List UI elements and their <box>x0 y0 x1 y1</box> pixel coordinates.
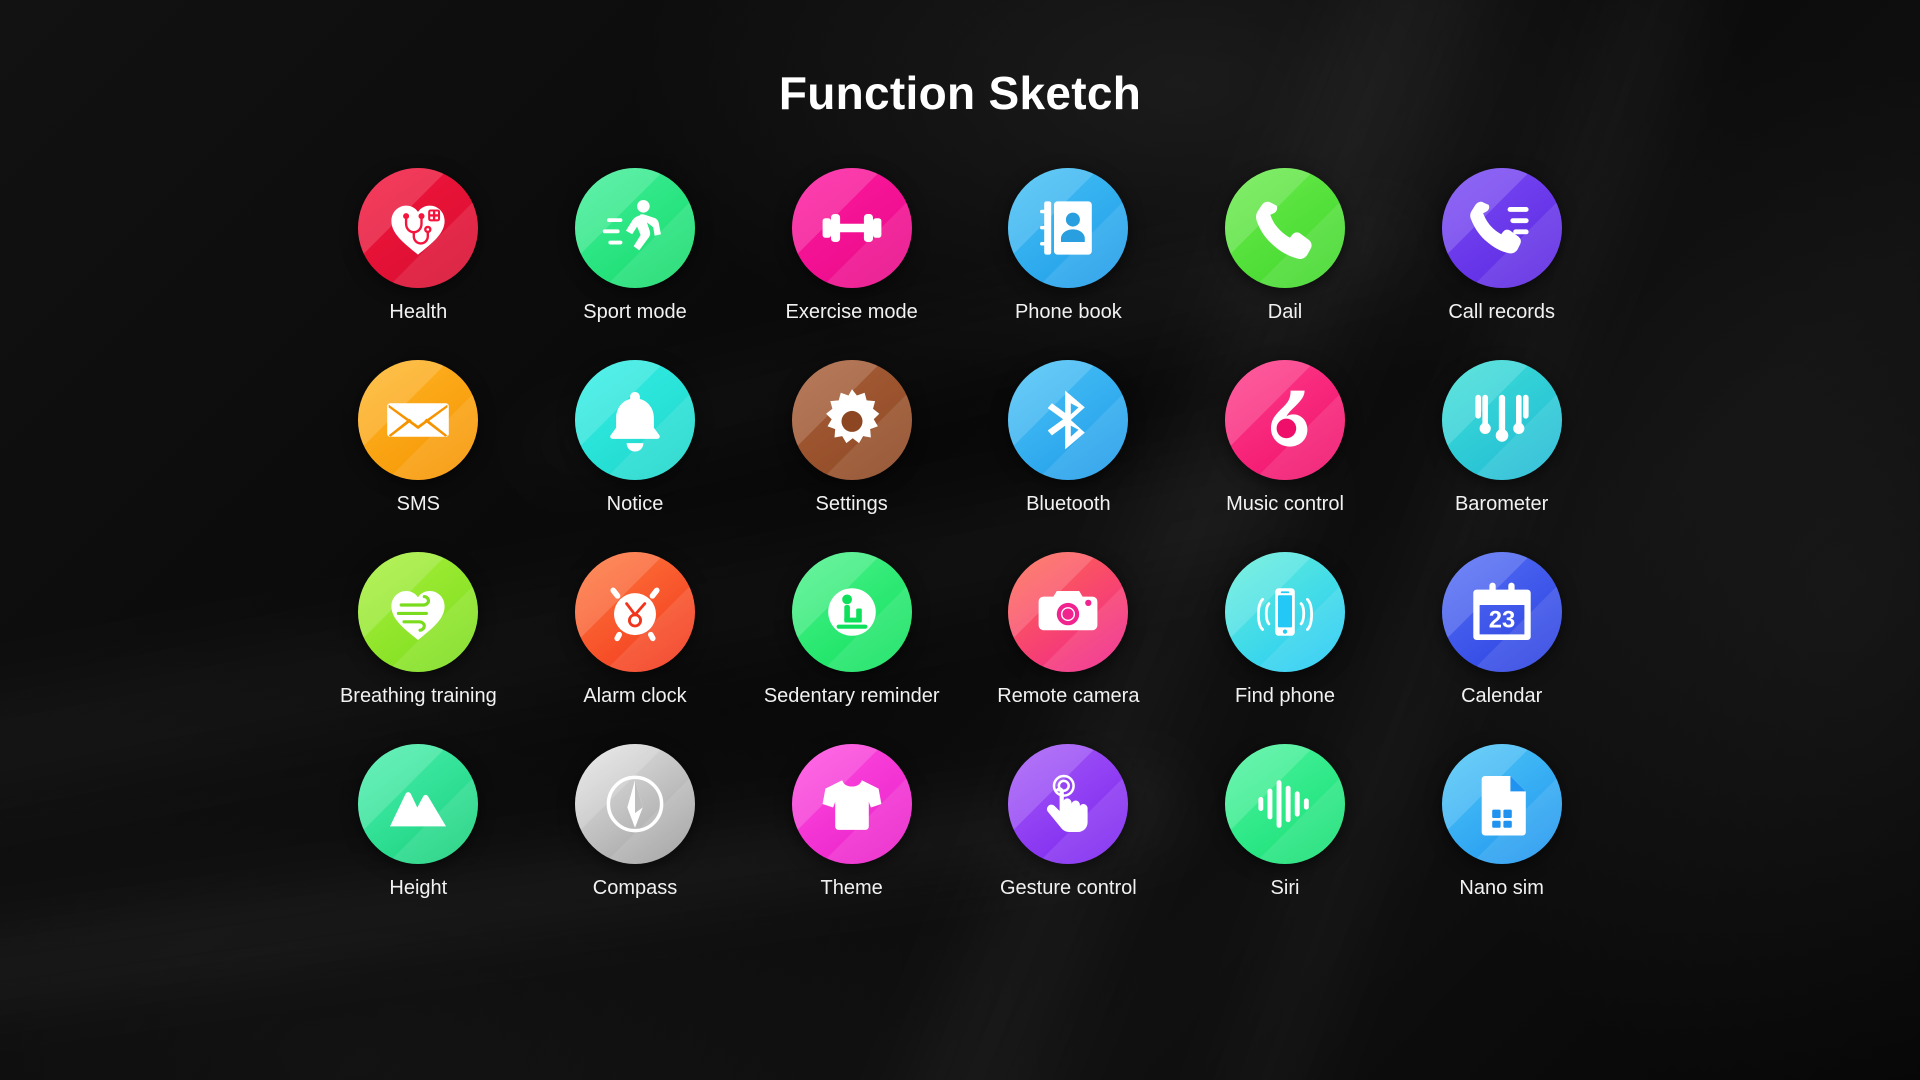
bell-icon[interactable] <box>574 360 695 480</box>
function-item-label: Sedentary reminder <box>763 685 940 707</box>
function-item[interactable]: Barometer <box>1393 360 1610 516</box>
function-item[interactable]: Phone book <box>960 168 1177 324</box>
function-item-label: Music control <box>1226 493 1344 515</box>
function-item-label: SMS <box>396 493 440 515</box>
function-item[interactable]: Compass <box>527 744 744 900</box>
function-item[interactable]: Settings <box>743 360 960 516</box>
contacts-book-icon[interactable] <box>1008 168 1129 288</box>
function-item-label: Compass <box>592 877 678 899</box>
function-item-label: Exercise mode <box>785 301 918 323</box>
function-item[interactable]: Gesture control <box>960 744 1177 900</box>
function-icon-grid: Health Sport mode Exercise mode Phone book D… <box>310 168 1610 900</box>
function-item-label: Breathing training <box>339 685 497 707</box>
call-records-icon[interactable] <box>1441 168 1562 288</box>
function-item[interactable]: Alarm clock <box>527 552 744 708</box>
alarm-clock-icon[interactable] <box>574 552 695 672</box>
music-note-icon[interactable] <box>1224 360 1345 480</box>
voice-waveform-icon[interactable] <box>1224 744 1345 864</box>
function-item-label: Bluetooth <box>1026 493 1111 515</box>
svg-text:23: 23 <box>1488 606 1514 633</box>
function-item-label: Remote camera <box>997 685 1140 707</box>
function-item[interactable]: Theme <box>743 744 960 900</box>
function-item-label: Nano sim <box>1459 877 1544 899</box>
camera-icon[interactable] <box>1008 552 1129 672</box>
function-item-label: Theme <box>820 877 883 899</box>
function-item[interactable]: Call records <box>1393 168 1610 324</box>
bluetooth-icon[interactable] <box>1008 360 1129 480</box>
sedentary-person-icon[interactable] <box>791 552 912 672</box>
envelope-icon[interactable] <box>358 360 479 480</box>
breathing-heart-icon[interactable] <box>358 552 479 672</box>
running-person-icon[interactable] <box>574 168 695 288</box>
gesture-hand-icon[interactable] <box>1008 744 1129 864</box>
function-item[interactable]: Find phone <box>1177 552 1394 708</box>
function-item-label: Barometer <box>1454 493 1549 515</box>
function-item-label: Dail <box>1267 301 1303 323</box>
gear-icon[interactable] <box>791 360 912 480</box>
function-item-label: Calendar <box>1461 685 1543 707</box>
function-item[interactable]: Height <box>310 744 527 900</box>
function-item[interactable]: Notice <box>527 360 744 516</box>
function-item[interactable]: Breathing training <box>310 552 527 708</box>
function-item[interactable]: Sedentary reminder <box>743 552 960 708</box>
function-item[interactable]: Bluetooth <box>960 360 1177 516</box>
function-item-label: Call records <box>1448 301 1556 323</box>
calendar-icon[interactable]: 23 <box>1441 552 1562 672</box>
barometer-icon[interactable] <box>1441 360 1562 480</box>
function-item-label: Gesture control <box>999 877 1137 899</box>
function-item[interactable]: Remote camera <box>960 552 1177 708</box>
function-item[interactable]: Health <box>310 168 527 324</box>
function-item[interactable]: Nano sim <box>1393 744 1610 900</box>
page-title: Function Sketch <box>778 67 1142 119</box>
function-item[interactable]: Siri <box>1177 744 1394 900</box>
function-item[interactable]: SMS <box>310 360 527 516</box>
tshirt-icon[interactable] <box>791 744 912 864</box>
function-item-label: Notice <box>606 493 664 515</box>
compass-icon[interactable] <box>574 744 695 864</box>
function-item-label: Height <box>389 877 448 899</box>
function-item-label: Health <box>389 301 448 323</box>
function-item[interactable]: 23 Calendar <box>1393 552 1610 708</box>
function-item[interactable]: Music control <box>1177 360 1394 516</box>
mountains-icon[interactable] <box>358 744 479 864</box>
heart-stethoscope-icon[interactable] <box>358 168 479 288</box>
function-sketch-screen: Function Sketch Health Sport mode Exercise… <box>0 0 1920 1080</box>
function-item-label: Sport mode <box>583 301 687 323</box>
phone-handset-icon[interactable] <box>1224 168 1345 288</box>
dumbbell-icon[interactable] <box>791 168 912 288</box>
function-item-label: Alarm clock <box>583 685 687 707</box>
function-item[interactable]: Exercise mode <box>743 168 960 324</box>
function-item[interactable]: Dail <box>1177 168 1394 324</box>
function-item-label: Settings <box>815 493 888 515</box>
function-item-label: Find phone <box>1234 685 1336 707</box>
function-item-label: Phone book <box>1014 301 1122 323</box>
vibrating-phone-icon[interactable] <box>1224 552 1345 672</box>
function-item-label: Siri <box>1270 877 1300 899</box>
function-item[interactable]: Sport mode <box>527 168 744 324</box>
sim-card-icon[interactable] <box>1441 744 1562 864</box>
